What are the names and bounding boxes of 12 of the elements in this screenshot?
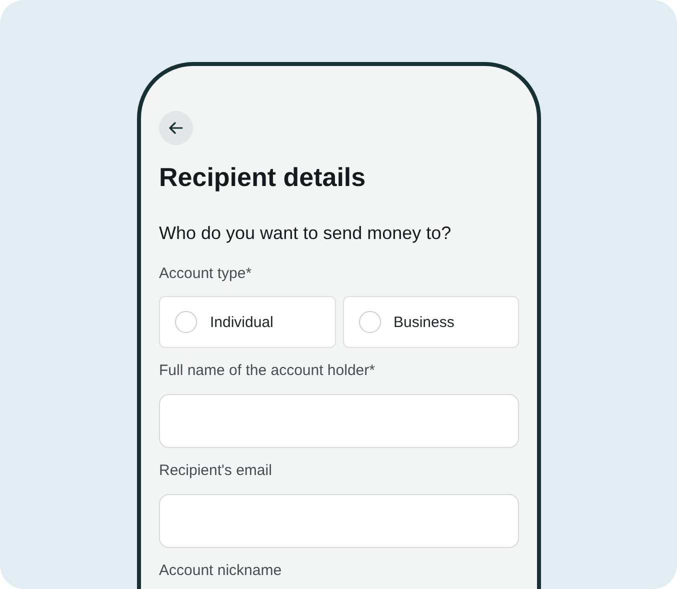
field-label: Account nickname	[159, 561, 283, 581]
back-button[interactable]	[159, 111, 193, 145]
field-label: Recipient's email	[159, 461, 273, 481]
input-field[interactable]	[159, 394, 519, 448]
input-field[interactable]	[159, 494, 519, 548]
field-label: Account type*	[159, 264, 253, 284]
page-title: Recipient details	[159, 161, 367, 193]
back-arrow-icon	[167, 119, 185, 137]
radio-option[interactable]: Individual	[159, 296, 336, 348]
field-label: Full name of the account holder*	[159, 361, 376, 381]
radio-option[interactable]: Business	[342, 296, 519, 348]
question-text: Who do you want to send money to?	[159, 222, 452, 245]
